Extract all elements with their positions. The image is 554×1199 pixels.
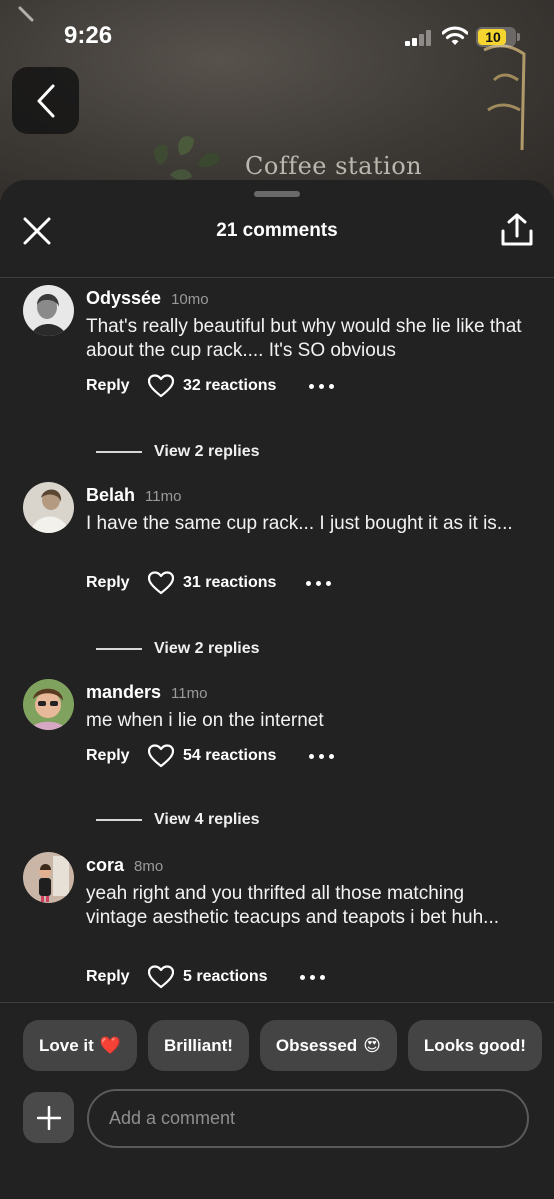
battery-icon: 10 — [476, 27, 520, 47]
comment-actions: Reply 5 reactions — [86, 962, 267, 992]
avatar[interactable] — [23, 852, 74, 903]
more-icon[interactable] — [309, 754, 334, 759]
comment-actions: Reply 31 reactions — [86, 568, 276, 598]
quick-reactions: Love it ❤️ Brilliant! Obsessed 😍 Looks goo… — [23, 1020, 542, 1071]
quick-reaction-brilliant[interactable]: Brilliant! — [147, 1020, 249, 1071]
author-name[interactable]: manders — [86, 682, 161, 702]
reply-button[interactable]: Reply — [86, 968, 148, 986]
replies-line — [96, 451, 142, 453]
comments-sheet: 21 comments Odyssée 10mo That's really be… — [0, 180, 554, 1199]
author-name[interactable]: Belah — [86, 485, 135, 505]
photo-caption: Coffee station — [245, 152, 423, 180]
reactions-count[interactable]: 32 reactions — [183, 377, 276, 395]
view-replies-button[interactable]: View 2 replies — [96, 443, 260, 461]
heart-icon[interactable] — [148, 744, 174, 768]
reply-button[interactable]: Reply — [86, 747, 148, 765]
comment-time: 10mo — [171, 291, 209, 308]
comment-input[interactable] — [87, 1089, 529, 1148]
quick-reaction-looks-good[interactable]: Looks good! — [407, 1020, 542, 1071]
view-replies-label: View 2 replies — [154, 640, 260, 657]
header-divider — [0, 277, 554, 278]
comment-text: yeah right and you thrifted all those ma… — [86, 883, 500, 928]
sheet-drag-handle[interactable] — [254, 191, 300, 197]
avatar[interactable] — [23, 679, 74, 730]
comment-author[interactable]: manders 11mo — [86, 682, 207, 703]
more-icon[interactable] — [300, 975, 325, 980]
status-time: 9:26 — [64, 22, 113, 49]
view-replies-button[interactable]: View 2 replies — [96, 640, 260, 658]
heart-eyes-emoji-icon: 😍 — [363, 1035, 381, 1055]
comment-author[interactable]: Odyssée 10mo — [86, 288, 209, 309]
add-attachment-button[interactable] — [23, 1092, 74, 1143]
avatar[interactable] — [23, 482, 74, 533]
reply-button[interactable]: Reply — [86, 377, 148, 395]
avatar[interactable] — [23, 285, 74, 336]
quick-reaction-obsessed[interactable]: Obsessed 😍 — [259, 1020, 397, 1071]
signal-icon — [405, 30, 431, 46]
battery-percent: 10 — [485, 29, 501, 45]
author-name[interactable]: Odyssée — [86, 288, 161, 308]
reactions-count[interactable]: 31 reactions — [183, 574, 276, 592]
reactions-count[interactable]: 5 reactions — [183, 968, 267, 986]
chip-label: Love it — [39, 1035, 94, 1055]
wifi-icon — [442, 26, 468, 45]
chip-label: Brilliant! — [163, 1035, 233, 1055]
replies-line — [96, 648, 142, 650]
view-replies-label: View 2 replies — [154, 443, 260, 460]
share-icon[interactable] — [500, 212, 534, 248]
chevron-left-icon — [37, 84, 54, 117]
view-replies-label: View 4 replies — [154, 811, 260, 828]
comment-text: That's really beautiful but why would sh… — [86, 316, 522, 361]
comment-author[interactable]: Belah 11mo — [86, 485, 181, 506]
plant-illustration — [153, 136, 220, 180]
heart-icon[interactable] — [148, 571, 174, 595]
reply-button[interactable]: Reply — [86, 574, 148, 592]
replies-line — [96, 819, 142, 821]
quick-reaction-love-it[interactable]: Love it ❤️ — [23, 1020, 137, 1071]
comments-title: 21 comments — [216, 220, 338, 241]
back-button[interactable] — [12, 67, 79, 134]
comment-time: 11mo — [145, 488, 182, 505]
comment-text: me when i lie on the internet — [86, 710, 324, 731]
reactions-count[interactable]: 54 reactions — [183, 747, 276, 765]
heart-icon[interactable] — [148, 374, 174, 398]
author-name[interactable]: cora — [86, 855, 124, 875]
view-replies-button[interactable]: View 4 replies — [96, 811, 260, 829]
chip-label: Obsessed — [275, 1035, 358, 1055]
battery-nub — [517, 33, 520, 41]
composer-divider — [0, 1002, 554, 1003]
comment-actions: Reply 32 reactions — [86, 371, 276, 401]
comment-time: 8mo — [134, 858, 164, 875]
plus-icon — [36, 1105, 61, 1130]
heart-emoji-icon: ❤️ — [99, 1035, 121, 1055]
more-icon[interactable] — [309, 384, 334, 389]
more-icon[interactable] — [306, 581, 331, 586]
comment-author[interactable]: cora 8mo — [86, 855, 163, 876]
comment-text: I have the same cup rack... I just bough… — [86, 513, 513, 534]
heart-icon[interactable] — [148, 965, 174, 989]
status-bar: 9:26 10 — [0, 0, 554, 72]
chevron-left-icon — [18, 6, 34, 22]
chip-label: Looks good! — [423, 1035, 526, 1055]
comment-time: 11mo — [171, 685, 208, 702]
comment-actions: Reply 54 reactions — [86, 741, 276, 771]
